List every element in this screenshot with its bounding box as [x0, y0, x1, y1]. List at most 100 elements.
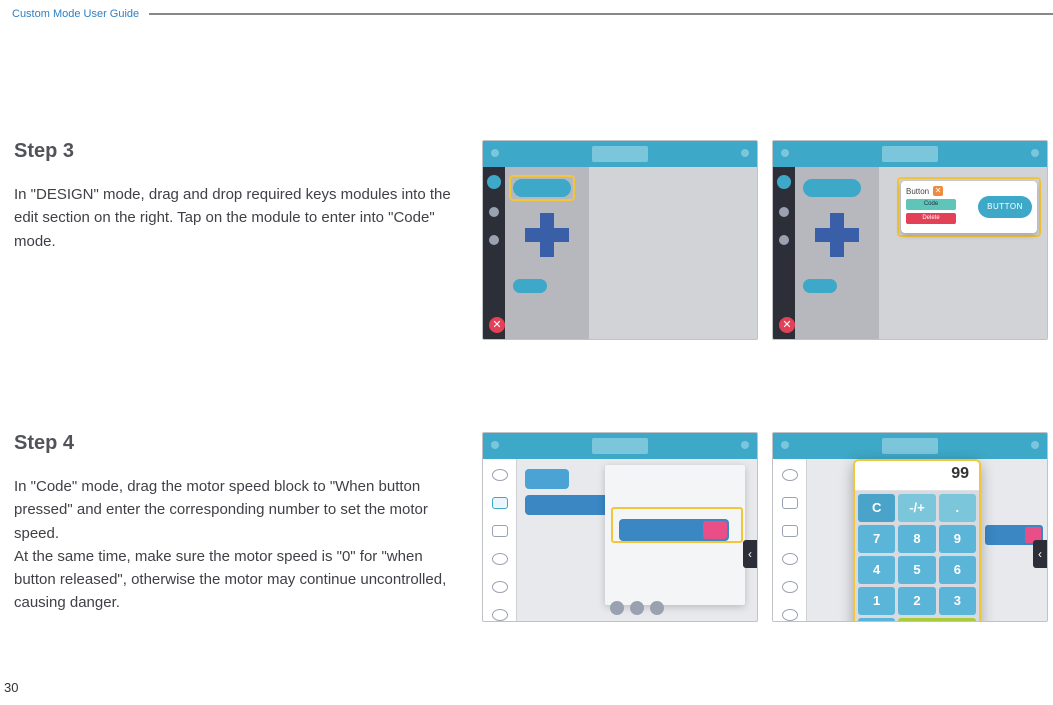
step-3-text: Step 3 In "DESIGN" mode, drag and drop r… [14, 140, 462, 253]
category-icon [492, 469, 508, 481]
keypad-keys: C -/+ . 7 8 9 4 5 6 1 2 3 0 ✓ [855, 491, 979, 622]
category-icon [492, 497, 508, 509]
category-icon [782, 497, 798, 509]
expand-chevron-icon: ‹ [743, 540, 757, 568]
left-nav [773, 167, 795, 339]
keypad-9-key: 9 [939, 525, 976, 553]
bluetooth-icon [1031, 149, 1039, 157]
step-4-row: Step 4 In "Code" mode, drag the motor sp… [14, 432, 1039, 622]
step-4-body: In "Code" mode, drag the motor speed blo… [14, 475, 462, 615]
toggle-module [513, 279, 547, 293]
keypad-8-key: 8 [898, 525, 935, 553]
popup-title: Button [906, 187, 929, 196]
keypad-3-key: 3 [939, 587, 976, 615]
numeric-keypad: 99 C -/+ . 7 8 9 4 5 6 1 2 3 0 [853, 459, 981, 622]
dpad-module [815, 213, 859, 257]
nav-icon [779, 235, 789, 245]
keypad-4-key: 4 [858, 556, 895, 584]
highlight-frame [611, 507, 743, 543]
dpad-module [525, 213, 569, 257]
screenshot-keypad: ‹ 99 C -/+ . 7 8 9 4 5 6 1 2 [772, 432, 1048, 622]
page-content: Step 3 In "DESIGN" mode, drag and drop r… [0, 140, 1053, 622]
mode-tab [882, 146, 938, 162]
category-icon [492, 525, 508, 537]
control-icon [610, 601, 624, 615]
keypad-2-key: 2 [898, 587, 935, 615]
keypad-confirm-key: ✓ [898, 618, 976, 622]
back-icon [491, 149, 499, 157]
page-number: 30 [4, 680, 18, 695]
control-icon [650, 601, 664, 615]
category-icon [782, 553, 798, 565]
code-category-sidebar [483, 459, 517, 621]
step-3-body: In "DESIGN" mode, drag and drop required… [14, 183, 462, 253]
step-4-text: Step 4 In "Code" mode, drag the motor sp… [14, 432, 462, 615]
toggle-module [803, 279, 837, 293]
nav-icon [777, 175, 791, 189]
keypad-display: 99 [855, 461, 979, 491]
mode-tab [882, 438, 938, 454]
bluetooth-icon [741, 149, 749, 157]
bluetooth-icon [1031, 441, 1039, 449]
keypad-7-key: 7 [858, 525, 895, 553]
keypad-0-key: 0 [858, 618, 895, 622]
step-4-images: ‹ [482, 432, 1048, 622]
screenshot-code-mode: ‹ [482, 432, 758, 622]
keypad-dot-key: . [939, 494, 976, 522]
nav-icon [487, 175, 501, 189]
category-icon [492, 609, 508, 621]
category-icon [492, 581, 508, 593]
bluetooth-icon [741, 441, 749, 449]
step-3-row: Step 3 In "DESIGN" mode, drag and drop r… [14, 140, 1039, 340]
nav-icon [489, 207, 499, 217]
back-icon [781, 149, 789, 157]
app-topbar [773, 141, 1047, 167]
step-3-title: Step 3 [14, 140, 462, 163]
app-topbar [483, 141, 757, 167]
popup-code-option: Code [906, 199, 956, 210]
mode-tab [592, 438, 648, 454]
step-3-images: ✕ ✕ [482, 140, 1048, 340]
close-icon: ✕ [489, 317, 505, 333]
keypad-5-key: 5 [898, 556, 935, 584]
popup-button-pill: BUTTON [978, 196, 1032, 218]
category-icon [782, 609, 798, 621]
keypad-sign-key: -/+ [898, 494, 935, 522]
category-icon [492, 553, 508, 565]
code-block [525, 495, 615, 515]
keypad-clear-key: C [858, 494, 895, 522]
popup-close-icon: ✕ [933, 186, 943, 196]
module-popup: Button ✕ Code Delete BUTTON [901, 181, 1037, 233]
category-icon [782, 525, 798, 537]
category-icon [782, 469, 798, 481]
screenshot-module-popup: ✕ Button ✕ Code Delete BUTTON [772, 140, 1048, 340]
control-icon [630, 601, 644, 615]
mode-tab [592, 146, 648, 162]
nav-icon [779, 207, 789, 217]
screenshot-design-mode: ✕ [482, 140, 758, 340]
back-icon [491, 441, 499, 449]
app-topbar [773, 433, 1047, 459]
code-canvas: ‹ [517, 459, 757, 621]
code-block [525, 469, 569, 489]
button-module [803, 179, 861, 197]
category-icon [782, 581, 798, 593]
popup-delete-option: Delete [906, 213, 956, 224]
popup-title-row: Button ✕ [906, 186, 972, 196]
header-bar: Custom Mode User Guide [0, 0, 1053, 20]
app-topbar [483, 433, 757, 459]
left-nav [483, 167, 505, 339]
header-rule [149, 13, 1053, 15]
back-icon [781, 441, 789, 449]
guide-title: Custom Mode User Guide [12, 8, 139, 20]
nav-icon [489, 235, 499, 245]
block-palette [525, 469, 615, 515]
step-4-title: Step 4 [14, 432, 462, 455]
expand-chevron-icon: ‹ [1033, 540, 1047, 568]
close-icon: ✕ [779, 317, 795, 333]
keypad-6-key: 6 [939, 556, 976, 584]
code-category-sidebar [773, 459, 807, 621]
keypad-1-key: 1 [858, 587, 895, 615]
canvas-controls [610, 601, 664, 615]
highlight-frame [509, 175, 575, 201]
